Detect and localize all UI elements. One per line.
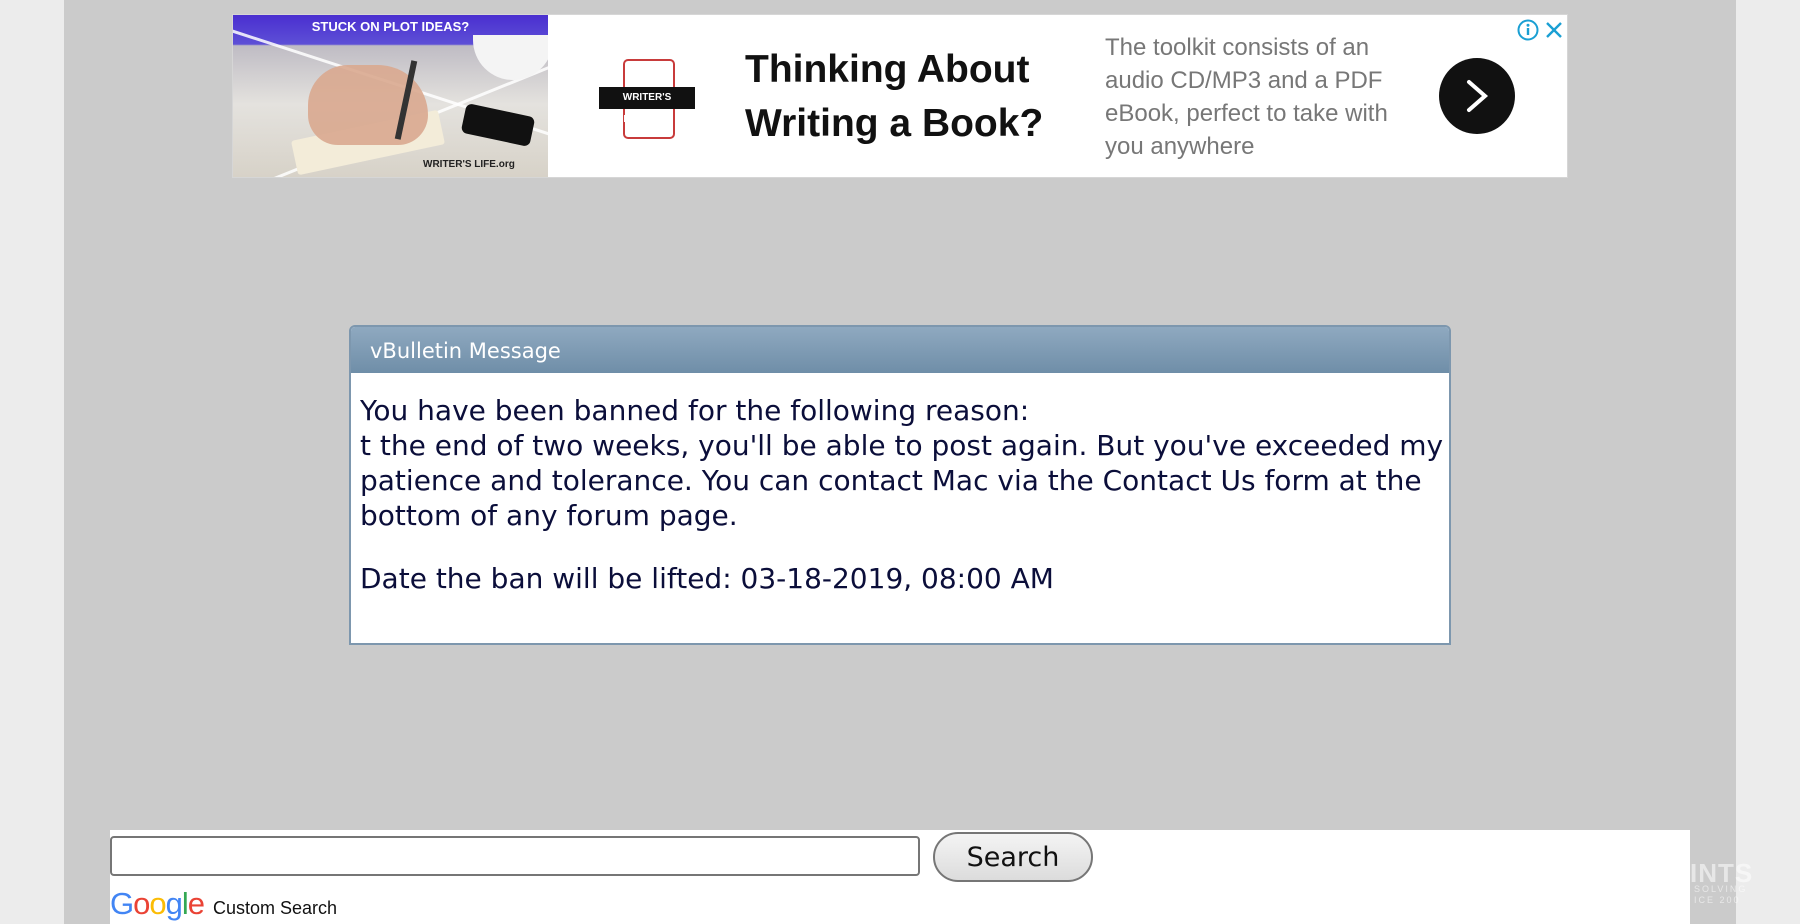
chevron-right-icon [1467,80,1489,112]
google-custom-search: Search Google Custom Search [110,830,1690,924]
ban-reason-label: You have been banned for the following r… [360,394,1030,427]
ad-info-button[interactable] [1517,19,1539,41]
ad-close-button[interactable] [1543,19,1565,41]
phone-image [460,103,536,147]
vbulletin-message-box: vBulletin Message You have been banned f… [349,325,1451,645]
message-title: vBulletin Message [351,327,1449,373]
message-body: You have been banned for the following r… [351,373,1449,596]
watermark-line: SOLVING [1694,884,1748,894]
writers-life-logo[interactable]: WRITER'S LIFE.ORG [599,57,695,139]
search-button[interactable]: Search [933,832,1093,882]
google-logo: Google [110,886,205,922]
ad-photo[interactable]: STUCK ON PLOT IDEAS? WRITER'S LIFE.org [233,15,548,177]
google-letter: G [110,886,134,921]
ad-photo-caption: STUCK ON PLOT IDEAS? [311,19,470,34]
ban-reason-text: t the end of two weeks, you'll be able t… [360,429,1444,532]
close-icon [1546,22,1562,38]
ad-body-text[interactable]: The toolkit consists of an audio CD/MP3 … [1105,31,1425,163]
google-letter: g [165,886,183,921]
watermark-subtext: SOLVING ICE 200 [1694,884,1747,906]
google-letter: o [149,886,166,921]
ban-lift-date: Date the ban will be lifted: 03-18-2019,… [360,562,1054,595]
info-icon [1517,19,1539,41]
google-letter: e [187,886,205,921]
google-letter: o [133,886,150,921]
custom-search-label: Custom Search [213,898,338,918]
ad-headline[interactable]: Thinking About Writing a Book? [745,43,1065,151]
ad-banner[interactable]: STUCK ON PLOT IDEAS? WRITER'S LIFE.org W… [232,14,1568,178]
ad-cta-button[interactable] [1439,58,1515,134]
watermark-line: ICE 200 [1694,895,1741,905]
ad-photo-brand: WRITER'S LIFE.org [423,159,515,170]
logo-text: WRITER'S LIFE.ORG [599,87,695,125]
search-input[interactable] [110,836,920,876]
